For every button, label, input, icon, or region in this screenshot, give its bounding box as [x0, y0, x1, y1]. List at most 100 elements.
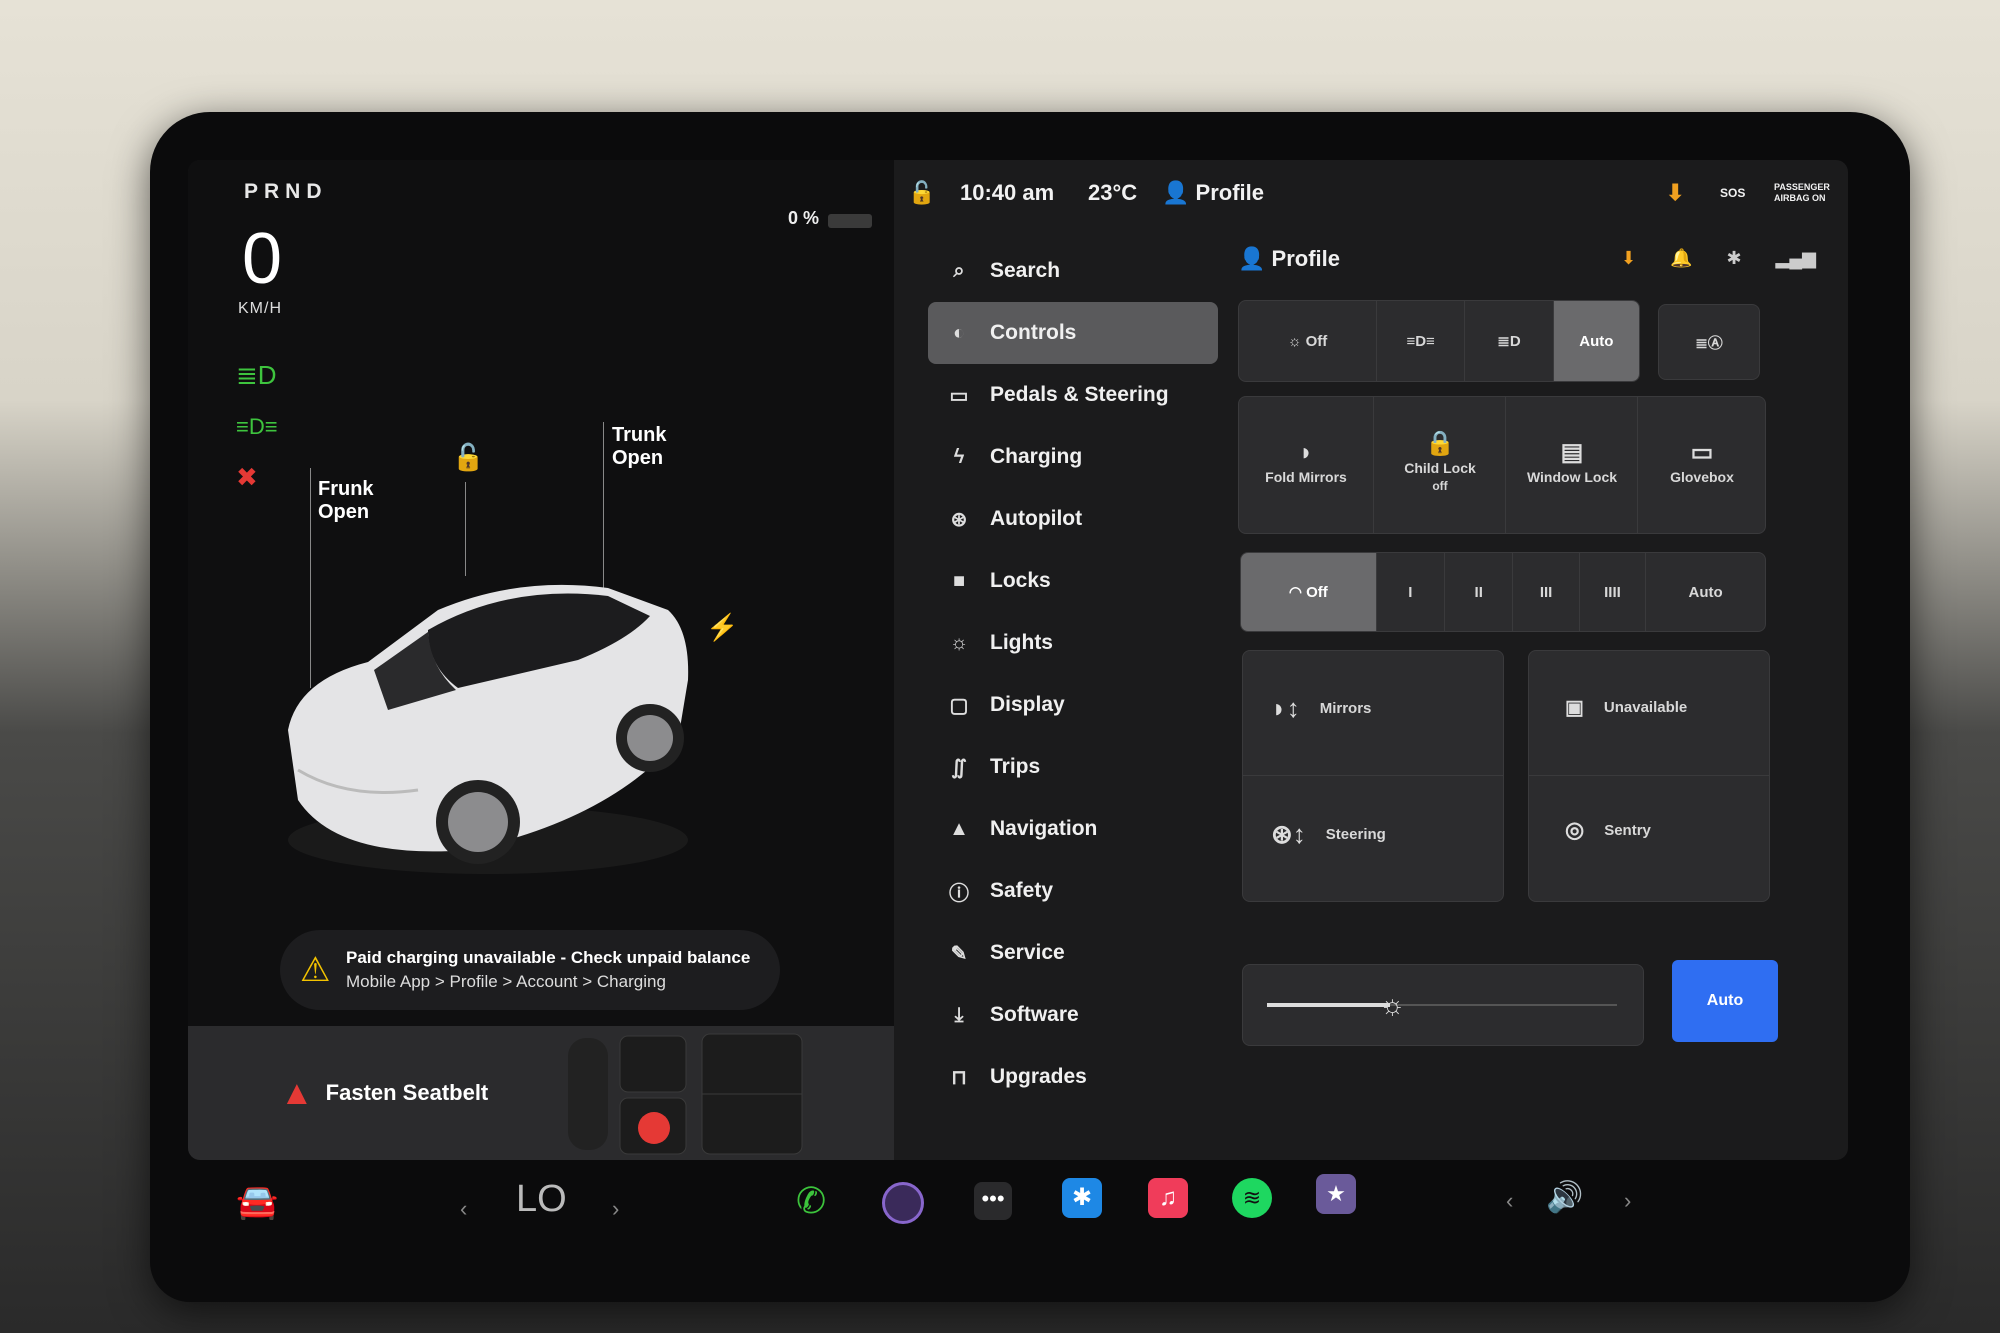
- glovebox-button[interactable]: ▭ Glovebox: [1637, 397, 1766, 533]
- wiper-speed-1[interactable]: I: [1377, 553, 1446, 631]
- charge-port-bolt-icon[interactable]: ⚡: [706, 612, 738, 643]
- menu-label: Pedals & Steering: [990, 383, 1169, 406]
- window-lock-button[interactable]: ▤ Window Lock: [1505, 397, 1638, 533]
- wipers-auto-button[interactable]: Auto: [1646, 553, 1765, 631]
- lock-icon: ■: [952, 569, 966, 592]
- sentry-button[interactable]: ◎ Sentry: [1565, 817, 1651, 843]
- more-apps-icon[interactable]: •••: [974, 1182, 1012, 1220]
- settings-menu: ⌕ Search ◐ Controls ▭ Pedals & Steering ϟ Ch…: [928, 240, 1218, 1108]
- bluetooth-app-icon[interactable]: ✱: [1062, 1178, 1102, 1218]
- menu-label: Trips: [990, 755, 1041, 778]
- alert-title: Paid charging unavailable - Check unpaid…: [346, 948, 751, 967]
- auto-high-beam-button[interactable]: ≣Ⓐ: [1658, 304, 1760, 380]
- wiper-speed-3[interactable]: III: [1513, 553, 1580, 631]
- low-beam-button[interactable]: ≣D: [1465, 301, 1554, 381]
- sos-button[interactable]: SOS: [1720, 186, 1745, 200]
- alert-path: Mobile App > Profile > Account > Chargin…: [346, 972, 666, 991]
- climate-temp[interactable]: LO: [516, 1178, 567, 1221]
- airbag-status: PASSENGER AIRBAG ON: [1774, 182, 1830, 203]
- person-icon: 👤: [1238, 246, 1266, 271]
- headlights-auto-button[interactable]: Auto: [1553, 301, 1639, 381]
- battery-bar: [828, 214, 872, 228]
- menu-item-display[interactable]: ▢ Display: [928, 674, 1218, 736]
- parking-lights-button[interactable]: ≡D≡: [1377, 301, 1466, 381]
- person-icon: 👤: [1162, 180, 1190, 205]
- child-lock-button[interactable]: 🔒 Child Lock off: [1373, 397, 1506, 533]
- menu-item-locks[interactable]: ■ Locks: [928, 550, 1218, 612]
- mirrors-adjust-button[interactable]: ◗↕ Mirrors: [1271, 693, 1371, 724]
- gear-selector: PRND: [244, 180, 328, 203]
- frunk-callout[interactable]: Frunk Open: [318, 478, 374, 524]
- headlight-icon: ≣D: [236, 360, 277, 390]
- profile-button[interactable]: 👤 Profile: [1162, 180, 1264, 206]
- battery-percent: 0 %: [788, 208, 820, 228]
- label: Window Lock: [1526, 469, 1618, 485]
- label: Off: [1306, 583, 1328, 601]
- seatbelt-text: Fasten Seatbelt: [325, 1080, 489, 1105]
- menu-item-safety[interactable]: ⓘ Safety: [928, 860, 1218, 922]
- car-icon[interactable]: 🚘: [236, 1182, 278, 1222]
- headlights-off-button[interactable]: ☼ Off: [1239, 301, 1377, 381]
- menu-item-trips[interactable]: ∬ Trips: [928, 736, 1218, 798]
- dock: 🚘 ‹ LO › ✆ ••• ✱ ♫ ≋ ★ ‹ 🔊 ›: [188, 1160, 1848, 1250]
- music-app-icon[interactable]: ♫: [1148, 1178, 1188, 1218]
- label: Fold Mirrors: [1265, 469, 1347, 485]
- bluetooth-icon[interactable]: ✱: [1726, 248, 1741, 269]
- menu-item-software[interactable]: ⤓ Software: [928, 984, 1218, 1046]
- auto-high-beam-icon: ≣Ⓐ: [1695, 334, 1723, 352]
- search-icon: ⌕: [953, 259, 965, 282]
- car-3d-model[interactable]: [278, 570, 698, 885]
- brightness-auto-button[interactable]: Auto: [1672, 960, 1778, 1042]
- wiper-speed-2[interactable]: II: [1445, 553, 1514, 631]
- menu-item-lights[interactable]: ☼ Lights: [928, 612, 1218, 674]
- safety-icon: ⓘ: [949, 882, 969, 905]
- menu-item-charging[interactable]: ϟ Charging: [928, 426, 1218, 488]
- slider-fill: [1267, 1003, 1390, 1007]
- parking-light-icon: ≡D≡: [236, 414, 278, 439]
- wiper-speed-4[interactable]: IIII: [1580, 553, 1647, 631]
- unlock-icon[interactable]: 🔓: [452, 442, 484, 473]
- bell-icon[interactable]: 🔔: [1670, 248, 1692, 269]
- label: Sentry: [1604, 821, 1651, 839]
- glovebox-icon: ▭: [1690, 439, 1714, 466]
- download-icon[interactable]: ⬇: [1621, 248, 1636, 269]
- menu-item-service[interactable]: ✎ Service: [928, 922, 1218, 984]
- menu-label: Service: [990, 941, 1065, 964]
- brightness-slider[interactable]: ☼: [1242, 964, 1644, 1046]
- menu-item-controls[interactable]: ◐ Controls: [928, 302, 1218, 364]
- profile-header[interactable]: 👤 Profile: [1238, 246, 1340, 272]
- temp-up-chevron-icon[interactable]: ›: [612, 1196, 619, 1222]
- sun-icon: ☼: [1287, 332, 1306, 350]
- car-visualization-panel: PRND 0 KM/H ≣D ≡D≡ ✖ 0 % Frunk Open 🔓 Tr…: [188, 160, 894, 1160]
- download-icon[interactable]: ⬇: [1666, 180, 1684, 206]
- menu-item-search[interactable]: ⌕ Search: [928, 240, 1218, 302]
- trunk-callout[interactable]: Trunk Open: [612, 424, 666, 470]
- volume-icon[interactable]: 🔊: [1546, 1180, 1583, 1215]
- toggle-icon: ◐: [952, 321, 966, 344]
- lock-status-icon[interactable]: 🔓: [908, 180, 935, 206]
- toybox-app-icon[interactable]: ★: [1316, 1174, 1356, 1214]
- status-bar: 🔓 10:40 am 23°C 👤 Profile ⬇ SOS PASSENGE…: [894, 160, 1848, 224]
- menu-item-pedals[interactable]: ▭ Pedals & Steering: [928, 364, 1218, 426]
- temp-down-chevron-icon[interactable]: ‹: [460, 1196, 467, 1222]
- fold-mirrors-button[interactable]: ◗ Fold Mirrors: [1239, 397, 1373, 533]
- menu-item-autopilot[interactable]: ⊛ Autopilot: [928, 488, 1218, 550]
- volume-down-chevron-icon[interactable]: ‹: [1506, 1188, 1513, 1214]
- camera-app-icon[interactable]: [882, 1182, 924, 1224]
- menu-item-navigation[interactable]: ▲ Navigation: [928, 798, 1218, 860]
- spotify-app-icon[interactable]: ≋: [1232, 1178, 1272, 1218]
- headlight-mode-selector: ☼ Off ≡D≡ ≣D Auto: [1238, 300, 1640, 382]
- profile-label: Profile: [1195, 180, 1264, 205]
- volume-up-chevron-icon[interactable]: ›: [1624, 1188, 1631, 1214]
- menu-label: Navigation: [990, 817, 1098, 840]
- outside-temp: 23°C: [1088, 180, 1138, 205]
- seatbelt-alert-bar: ▲ Fasten Seatbelt: [188, 1026, 894, 1160]
- brightness-sun-icon[interactable]: ☼: [1380, 989, 1406, 1021]
- menu-item-upgrades[interactable]: ⊓ Upgrades: [928, 1046, 1218, 1108]
- phone-icon[interactable]: ✆: [796, 1180, 826, 1222]
- steering-adjust-button[interactable]: ⊛↕ Steering: [1271, 819, 1386, 850]
- charging-alert[interactable]: ⚠ Paid charging unavailable - Check unpa…: [280, 930, 780, 1010]
- label: Steering: [1325, 826, 1386, 843]
- wipers-off-button[interactable]: ◠ Off: [1241, 553, 1377, 631]
- lte-signal-icon: ▂▄▆: [1775, 248, 1816, 268]
